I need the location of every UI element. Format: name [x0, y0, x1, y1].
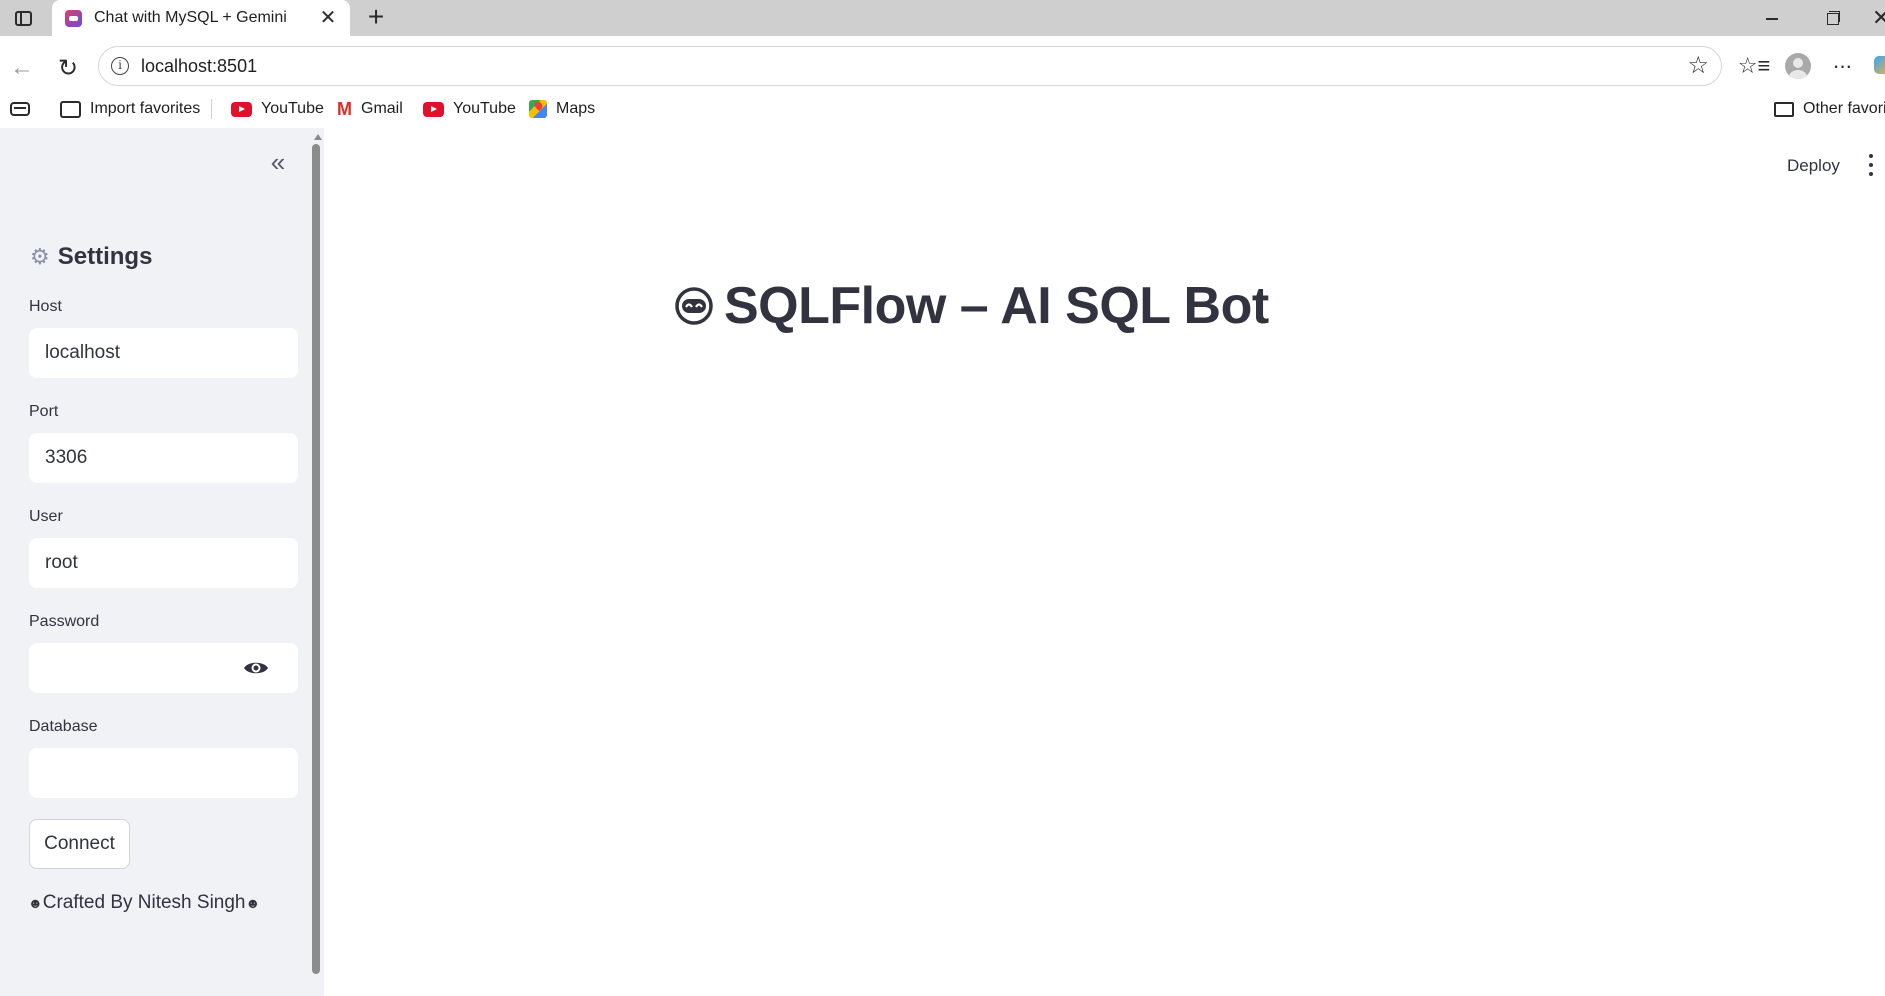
scrollbar-thumb[interactable] [312, 144, 320, 974]
bookmark-label: Import favorites [90, 100, 201, 117]
face-icon: ☻ [28, 895, 43, 911]
new-tab-button[interactable]: + [362, 3, 390, 32]
collapse-sidebar-button[interactable]: « [264, 149, 292, 178]
youtube-icon [423, 101, 444, 117]
database-label: Database [29, 718, 98, 735]
bookmark-gmail[interactable]: M Gmail [337, 97, 403, 121]
browser-tab[interactable]: Chat with MySQL + Gemini ✕ [52, 0, 350, 36]
password-label: Password [29, 613, 100, 630]
tab-favicon-icon [65, 10, 82, 27]
bookmark-import-favorites[interactable]: Import favorites [60, 97, 200, 121]
bookmark-label: Other favorites [1803, 100, 1885, 117]
eye-icon[interactable] [243, 659, 269, 677]
close-icon[interactable]: ✕ [1872, 4, 1885, 32]
bookmark-label: Gmail [361, 100, 403, 117]
bookmark-label: YouTube [261, 100, 324, 117]
bookmark-youtube[interactable]: YouTube [231, 97, 324, 121]
credit-label: Crafted By Nitesh Singh [42, 892, 246, 913]
face-icon: ☻ [245, 895, 261, 911]
folder-icon [1774, 101, 1794, 117]
back-icon[interactable]: ← [6, 52, 38, 84]
title-text: SQLFlow – AI SQL Bot [724, 277, 1269, 335]
copilot-icon[interactable] [1874, 56, 1885, 74]
minimize-icon[interactable] [1760, 8, 1784, 28]
scroll-up-icon[interactable] [314, 134, 322, 140]
user-label: User [29, 508, 63, 525]
settings-header: ⚙ Settings [30, 242, 152, 272]
connect-button[interactable]: Connect [29, 819, 130, 869]
address-bar[interactable]: i localhost:8501 ☆ [98, 46, 1722, 86]
credit-text: ☻Crafted By Nitesh Singh☻ [28, 892, 260, 914]
star-icon[interactable]: ☆ [1687, 53, 1709, 79]
sidebar-toggle-icon[interactable] [10, 97, 30, 121]
deploy-button[interactable]: Deploy [1787, 156, 1840, 176]
user-input[interactable] [29, 538, 298, 588]
page-title: SQLFlow – AI SQL Bot [674, 276, 1269, 336]
bookmark-other-favorites[interactable]: Other favorites [1774, 97, 1885, 121]
youtube-icon [231, 101, 252, 117]
maps-icon [529, 100, 547, 118]
bookmark-youtube[interactable]: YouTube [423, 97, 516, 121]
info-icon[interactable]: i [111, 57, 129, 75]
robot-face-icon [675, 287, 713, 325]
gmail-icon: M [337, 99, 352, 119]
reload-icon[interactable]: ↻ [52, 52, 84, 84]
host-label: Host [29, 298, 62, 315]
profile-icon[interactable] [1782, 50, 1814, 82]
gear-icon: ⚙ [30, 244, 50, 269]
port-label: Port [29, 403, 59, 420]
tab-close-icon[interactable]: ✕ [316, 6, 340, 30]
tab-actions-icon[interactable] [10, 6, 36, 30]
tab-title: Chat with MySQL + Gemini [94, 9, 287, 26]
import-icon [60, 100, 81, 118]
sidebar-scrollbar[interactable] [312, 128, 324, 996]
maximize-icon[interactable] [1820, 8, 1844, 28]
bookmark-label: Maps [556, 100, 596, 117]
main-menu-icon[interactable] [1866, 154, 1876, 176]
settings-title: Settings [57, 243, 153, 270]
favorites-icon[interactable]: ☆≡ [1738, 50, 1771, 82]
port-input[interactable] [29, 433, 298, 483]
bookmark-separator [211, 99, 212, 119]
host-input[interactable] [29, 328, 298, 378]
url-text[interactable]: localhost:8501 [141, 56, 257, 77]
database-input[interactable] [29, 748, 298, 798]
bookmark-label: YouTube [453, 100, 516, 117]
more-icon[interactable]: ··· [1826, 50, 1858, 82]
bookmark-maps[interactable]: Maps [529, 97, 595, 121]
